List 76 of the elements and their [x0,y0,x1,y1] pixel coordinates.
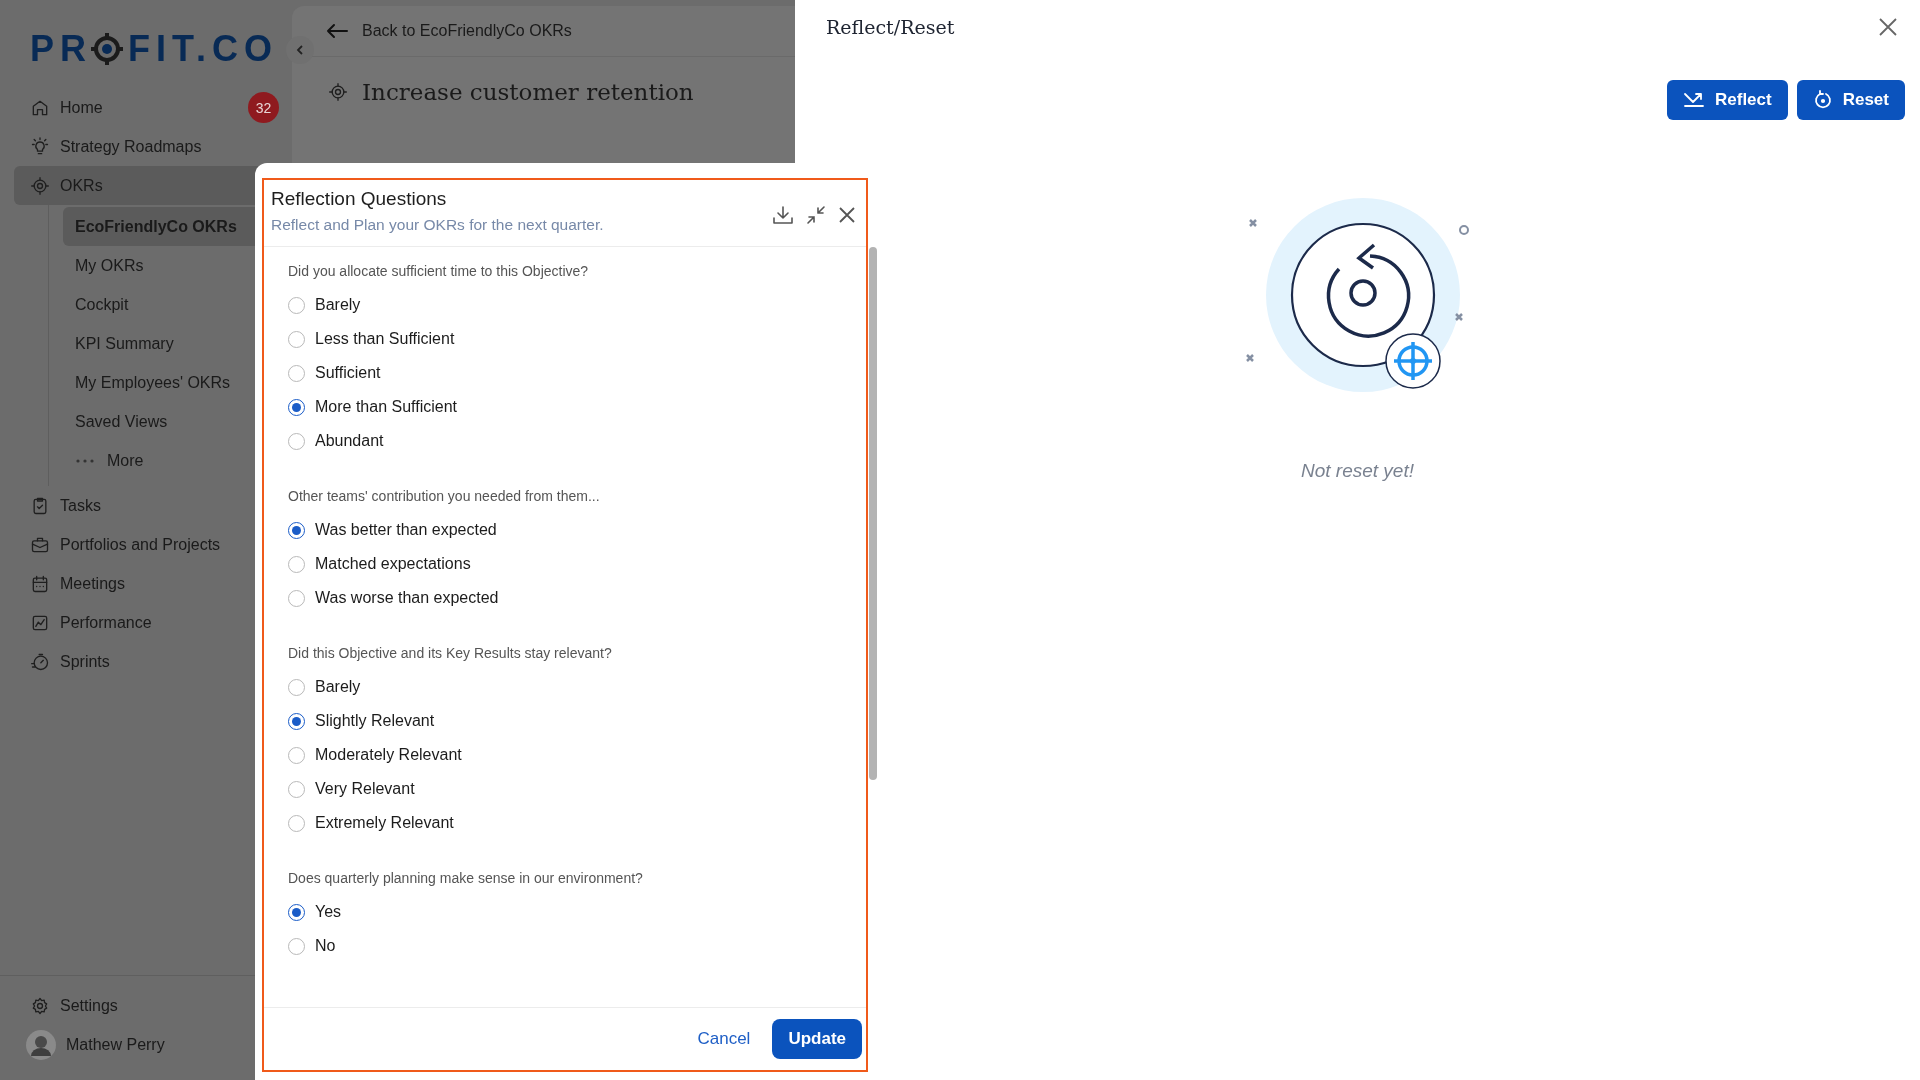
radio-button[interactable] [288,589,305,607]
option-label: Slightly Relevant [315,712,435,730]
option-label: Extremely Relevant [315,814,454,832]
logo-text: PR [30,28,92,70]
option-label: Abundant [315,432,384,450]
logo-text: FIT.CO [128,28,278,70]
arrows-inward-icon [806,205,826,225]
lightbulb-icon [30,136,50,157]
download-icon [772,205,794,225]
radio-button[interactable] [288,712,305,730]
radio-button[interactable] [288,330,305,348]
radio-button[interactable] [288,364,305,382]
radio-button[interactable] [288,521,305,539]
radio-button[interactable] [288,780,305,798]
sidebar-item[interactable]: Strategy Roadmaps [14,127,292,166]
option-label: Sufficient [315,364,381,382]
close-icon [838,206,856,224]
sidebar-subitem[interactable]: More [63,441,292,480]
option-label: Less than Sufficient [315,330,455,348]
option-label: Matched expectations [315,555,471,573]
radio-button[interactable] [288,746,305,764]
sidebar-item[interactable]: Home 32 [14,88,292,127]
radio-button[interactable] [288,432,305,450]
option-label: Moderately Relevant [315,746,462,764]
target-logo-icon [90,32,124,66]
reset-icon [1812,90,1833,110]
option-label: Was better than expected [315,521,497,539]
avatar-icon [26,1030,56,1060]
objective-title: Increase customer retention [362,79,694,105]
question-text: Did you allocate sufficient time to this Objective? [288,263,590,279]
radio-button[interactable] [288,678,305,696]
option-label: More than Sufficient [315,398,457,416]
cancel-button[interactable]: Cancel [693,1029,755,1049]
download-button[interactable] [772,205,794,225]
option-label: Was worse than expected [315,589,499,607]
question-text: Other teams' contribution you needed from them... [288,488,601,504]
sidebar-item[interactable]: Meetings [14,564,292,603]
radio-button[interactable] [288,555,305,573]
collapse-dialog-button[interactable] [806,205,826,225]
target-icon [30,175,50,196]
reflect-button[interactable]: Reflect [1667,80,1788,120]
sidebar-item[interactable]: Performance [14,603,292,642]
update-button[interactable]: Update [772,1019,862,1059]
option-label: Yes [315,903,342,921]
radio-button[interactable] [288,398,305,416]
collapse-button[interactable] [286,36,314,64]
trend-arrow-icon [1683,91,1705,109]
radio-button[interactable] [288,296,305,314]
reset-button[interactable]: Reset [1796,80,1905,120]
back-link[interactable]: Back to EcoFriendlyCo OKRs [326,22,572,40]
calendar-icon [30,573,50,594]
question-text: Does quarterly planning make sense in our environment? [288,870,644,886]
target-icon [328,82,348,102]
stopwatch-icon [30,651,50,672]
radio-button[interactable] [288,937,305,955]
option-label: Barely [315,296,361,314]
chevron-left-icon [294,44,306,56]
notification-badge: 32 [248,92,279,123]
gear-icon [30,996,50,1016]
arrow-left-icon [326,23,348,39]
panel-title: Reflect/Reset [826,16,955,38]
sidebar-item[interactable]: Portfolios and Projects [14,525,292,564]
empty-state-message: Not reset yet! [1301,460,1414,482]
close-dialog-button[interactable] [838,206,856,224]
close-icon [1878,17,1898,37]
settings-item[interactable]: Settings [30,996,292,1016]
close-button[interactable] [1878,17,1898,37]
option-label: Barely [315,678,361,696]
radio-button[interactable] [288,814,305,832]
user-profile[interactable]: Mathew Perry [30,1030,292,1060]
question-text: Did this Objective and its Key Results stay relevant? [288,645,613,661]
radio-button[interactable] [288,903,305,921]
option-label: No [315,937,336,955]
option-label: Very Relevant [315,780,415,798]
ellipsis-icon [75,457,95,464]
scrollbar-thumb[interactable] [869,247,877,780]
